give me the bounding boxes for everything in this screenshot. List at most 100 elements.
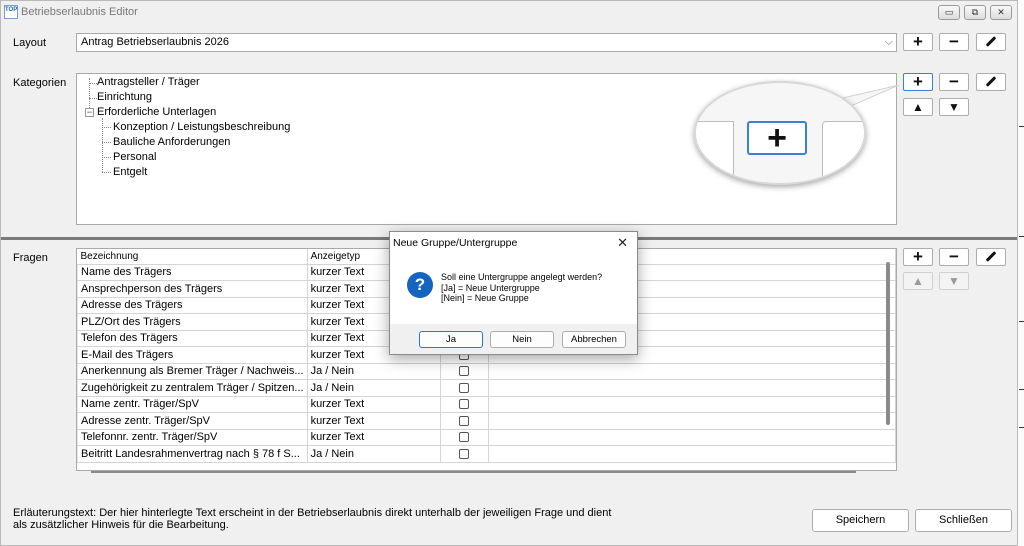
tree-item-bauliche[interactable]: Bauliche Anforderungen xyxy=(113,136,230,148)
app-icon: TOP xyxy=(4,5,18,19)
cell-bezeichnung[interactable]: Name des Trägers xyxy=(77,264,308,281)
cell-anzeigetyp[interactable]: kurzer Text xyxy=(307,429,442,446)
minus-icon: − xyxy=(949,247,959,266)
cell-bezeichnung[interactable]: Adresse zentr. Träger/SpV xyxy=(77,412,308,430)
table-row[interactable]: Anerkennung als Bremer Träger / Nachweis… xyxy=(77,363,896,380)
checkbox[interactable] xyxy=(459,415,470,426)
cell-bezeichnung[interactable]: Name zentr. Träger/SpV xyxy=(77,396,308,413)
tree-line xyxy=(102,127,111,128)
magnified-add-button: + xyxy=(747,121,807,155)
checkbox[interactable] xyxy=(459,448,470,459)
layout-add-button[interactable]: + xyxy=(903,33,933,51)
column-header-bezeichnung[interactable]: Bezeichnung xyxy=(77,249,308,265)
checkbox[interactable] xyxy=(459,366,470,377)
cell-empty xyxy=(488,363,896,380)
tree-line xyxy=(102,172,111,173)
category-move-down-button[interactable]: ▼ xyxy=(939,98,969,116)
pencil-icon xyxy=(985,35,997,47)
tree-item-personal[interactable]: Personal xyxy=(113,151,156,163)
cell-bezeichnung[interactable]: Anerkennung als Bremer Träger / Nachweis… xyxy=(77,363,308,380)
cell-bezeichnung[interactable]: Beitritt Landesrahmenvertrag nach § 78 f… xyxy=(77,445,308,463)
hint-text: Erläuterungstext: Der hier hinterlegte T… xyxy=(13,507,623,531)
cell-bezeichnung[interactable]: Zugehörigkeit zu zentralem Träger / Spit… xyxy=(77,379,308,397)
category-move-up-button[interactable]: ▲ xyxy=(903,98,933,116)
tree-line xyxy=(89,83,97,84)
cell-checkbox xyxy=(440,363,489,380)
cell-empty xyxy=(488,379,896,397)
cell-bezeichnung[interactable]: PLZ/Ort des Trägers xyxy=(77,313,308,331)
arrow-down-icon: ▼ xyxy=(948,100,960,114)
close-window-button[interactable]: ✕ xyxy=(990,5,1012,20)
question-edit-button[interactable] xyxy=(976,248,1006,266)
question-icon: ? xyxy=(407,272,433,298)
dialog-title: Neue Gruppe/Untergruppe xyxy=(393,237,518,249)
dialog-message-line: Soll eine Untergruppe angelegt werden? xyxy=(441,272,603,282)
tree-item-antragsteller[interactable]: Antragsteller / Träger xyxy=(97,76,200,88)
layout-remove-button[interactable]: − xyxy=(939,33,969,51)
question-add-button[interactable]: + xyxy=(903,248,933,266)
magnifier-edge xyxy=(822,121,864,183)
cell-bezeichnung[interactable]: Telefon des Trägers xyxy=(77,330,308,347)
dialog-no-button[interactable]: Nein xyxy=(490,331,554,348)
layout-select-value: Antrag Betriebserlaubnis 2026 xyxy=(81,36,229,48)
editor-window: TOP Betriebserlaubnis Editor ▭ ⧉ ✕ Layou… xyxy=(0,0,1018,546)
cell-empty xyxy=(488,429,896,446)
title-bar: TOP Betriebserlaubnis Editor ▭ ⧉ ✕ xyxy=(1,1,1017,23)
dialog-yes-button[interactable]: Ja xyxy=(419,331,483,348)
table-row[interactable]: Adresse zentr. Träger/SpV kurzer Text xyxy=(77,412,896,430)
tree-item-einrichtung[interactable]: Einrichtung xyxy=(97,91,152,103)
edge-artifact xyxy=(1019,236,1024,237)
cell-checkbox xyxy=(440,445,489,463)
tree-line xyxy=(89,98,97,99)
dialog-message: Soll eine Untergruppe angelegt werden? [… xyxy=(441,272,602,304)
save-button[interactable]: Speichern xyxy=(812,509,909,532)
maximize-button[interactable]: ⧉ xyxy=(964,5,986,20)
fragen-label: Fragen xyxy=(13,252,48,264)
cell-empty xyxy=(488,396,896,413)
question-move-down-button[interactable]: ▼ xyxy=(939,272,969,290)
checkbox[interactable] xyxy=(459,432,470,443)
minus-icon: − xyxy=(949,32,959,51)
table-row[interactable]: Zugehörigkeit zu zentralem Träger / Spit… xyxy=(77,379,896,397)
question-remove-button[interactable]: − xyxy=(939,248,969,266)
cell-checkbox xyxy=(440,429,489,446)
table-row[interactable]: Beitritt Landesrahmenvertrag nach § 78 f… xyxy=(77,445,896,463)
cell-bezeichnung[interactable]: E-Mail des Trägers xyxy=(77,346,308,364)
layout-select[interactable]: Antrag Betriebserlaubnis 2026 ⌵ xyxy=(76,33,897,52)
dialog-cancel-button[interactable]: Abbrechen xyxy=(562,331,626,348)
vertical-scrollbar[interactable] xyxy=(886,262,890,425)
arrow-up-icon: ▲ xyxy=(912,274,924,288)
cell-anzeigetyp[interactable]: kurzer Text xyxy=(307,396,442,413)
category-add-button[interactable]: + xyxy=(903,73,933,91)
category-remove-button[interactable]: − xyxy=(939,73,969,91)
tree-item-unterlagen[interactable]: Erforderliche Unterlagen xyxy=(97,106,216,118)
cell-bezeichnung[interactable]: Telefonnr. zentr. Träger/SpV xyxy=(77,429,308,446)
close-button[interactable]: Schließen xyxy=(915,509,1012,532)
cell-anzeigetyp[interactable]: Ja / Nein xyxy=(307,363,442,380)
table-row[interactable]: Telefonnr. zentr. Träger/SpV kurzer Text xyxy=(77,429,896,446)
minimize-button[interactable]: ▭ xyxy=(938,5,960,20)
checkbox[interactable] xyxy=(459,382,470,393)
edge-artifact xyxy=(1019,427,1024,428)
dialog-close-icon[interactable]: ✕ xyxy=(617,235,628,251)
collapse-icon[interactable]: − xyxy=(85,108,94,117)
cell-anzeigetyp[interactable]: kurzer Text xyxy=(307,412,442,430)
category-edit-button[interactable] xyxy=(976,73,1006,91)
tree-item-entgelt[interactable]: Entgelt xyxy=(113,166,147,178)
horizontal-scrollbar[interactable] xyxy=(91,471,856,473)
hint-line-2: als zusätzlicher Hinweis für die Bearbei… xyxy=(13,519,229,531)
checkbox[interactable] xyxy=(459,399,470,410)
minus-icon: − xyxy=(949,72,959,91)
cell-checkbox xyxy=(440,379,489,397)
edge-artifact xyxy=(1019,389,1024,390)
cell-checkbox xyxy=(440,412,489,430)
cell-anzeigetyp[interactable]: Ja / Nein xyxy=(307,445,442,463)
cell-bezeichnung[interactable]: Adresse des Trägers xyxy=(77,297,308,314)
hint-line-1: Erläuterungstext: Der hier hinterlegte T… xyxy=(13,507,612,519)
tree-item-konzeption[interactable]: Konzeption / Leistungsbeschreibung xyxy=(113,121,290,133)
layout-edit-button[interactable] xyxy=(976,33,1006,51)
table-row[interactable]: Name zentr. Träger/SpV kurzer Text xyxy=(77,396,896,413)
cell-anzeigetyp[interactable]: Ja / Nein xyxy=(307,379,442,397)
question-move-up-button[interactable]: ▲ xyxy=(903,272,933,290)
cell-bezeichnung[interactable]: Ansprechperson des Trägers xyxy=(77,280,308,298)
